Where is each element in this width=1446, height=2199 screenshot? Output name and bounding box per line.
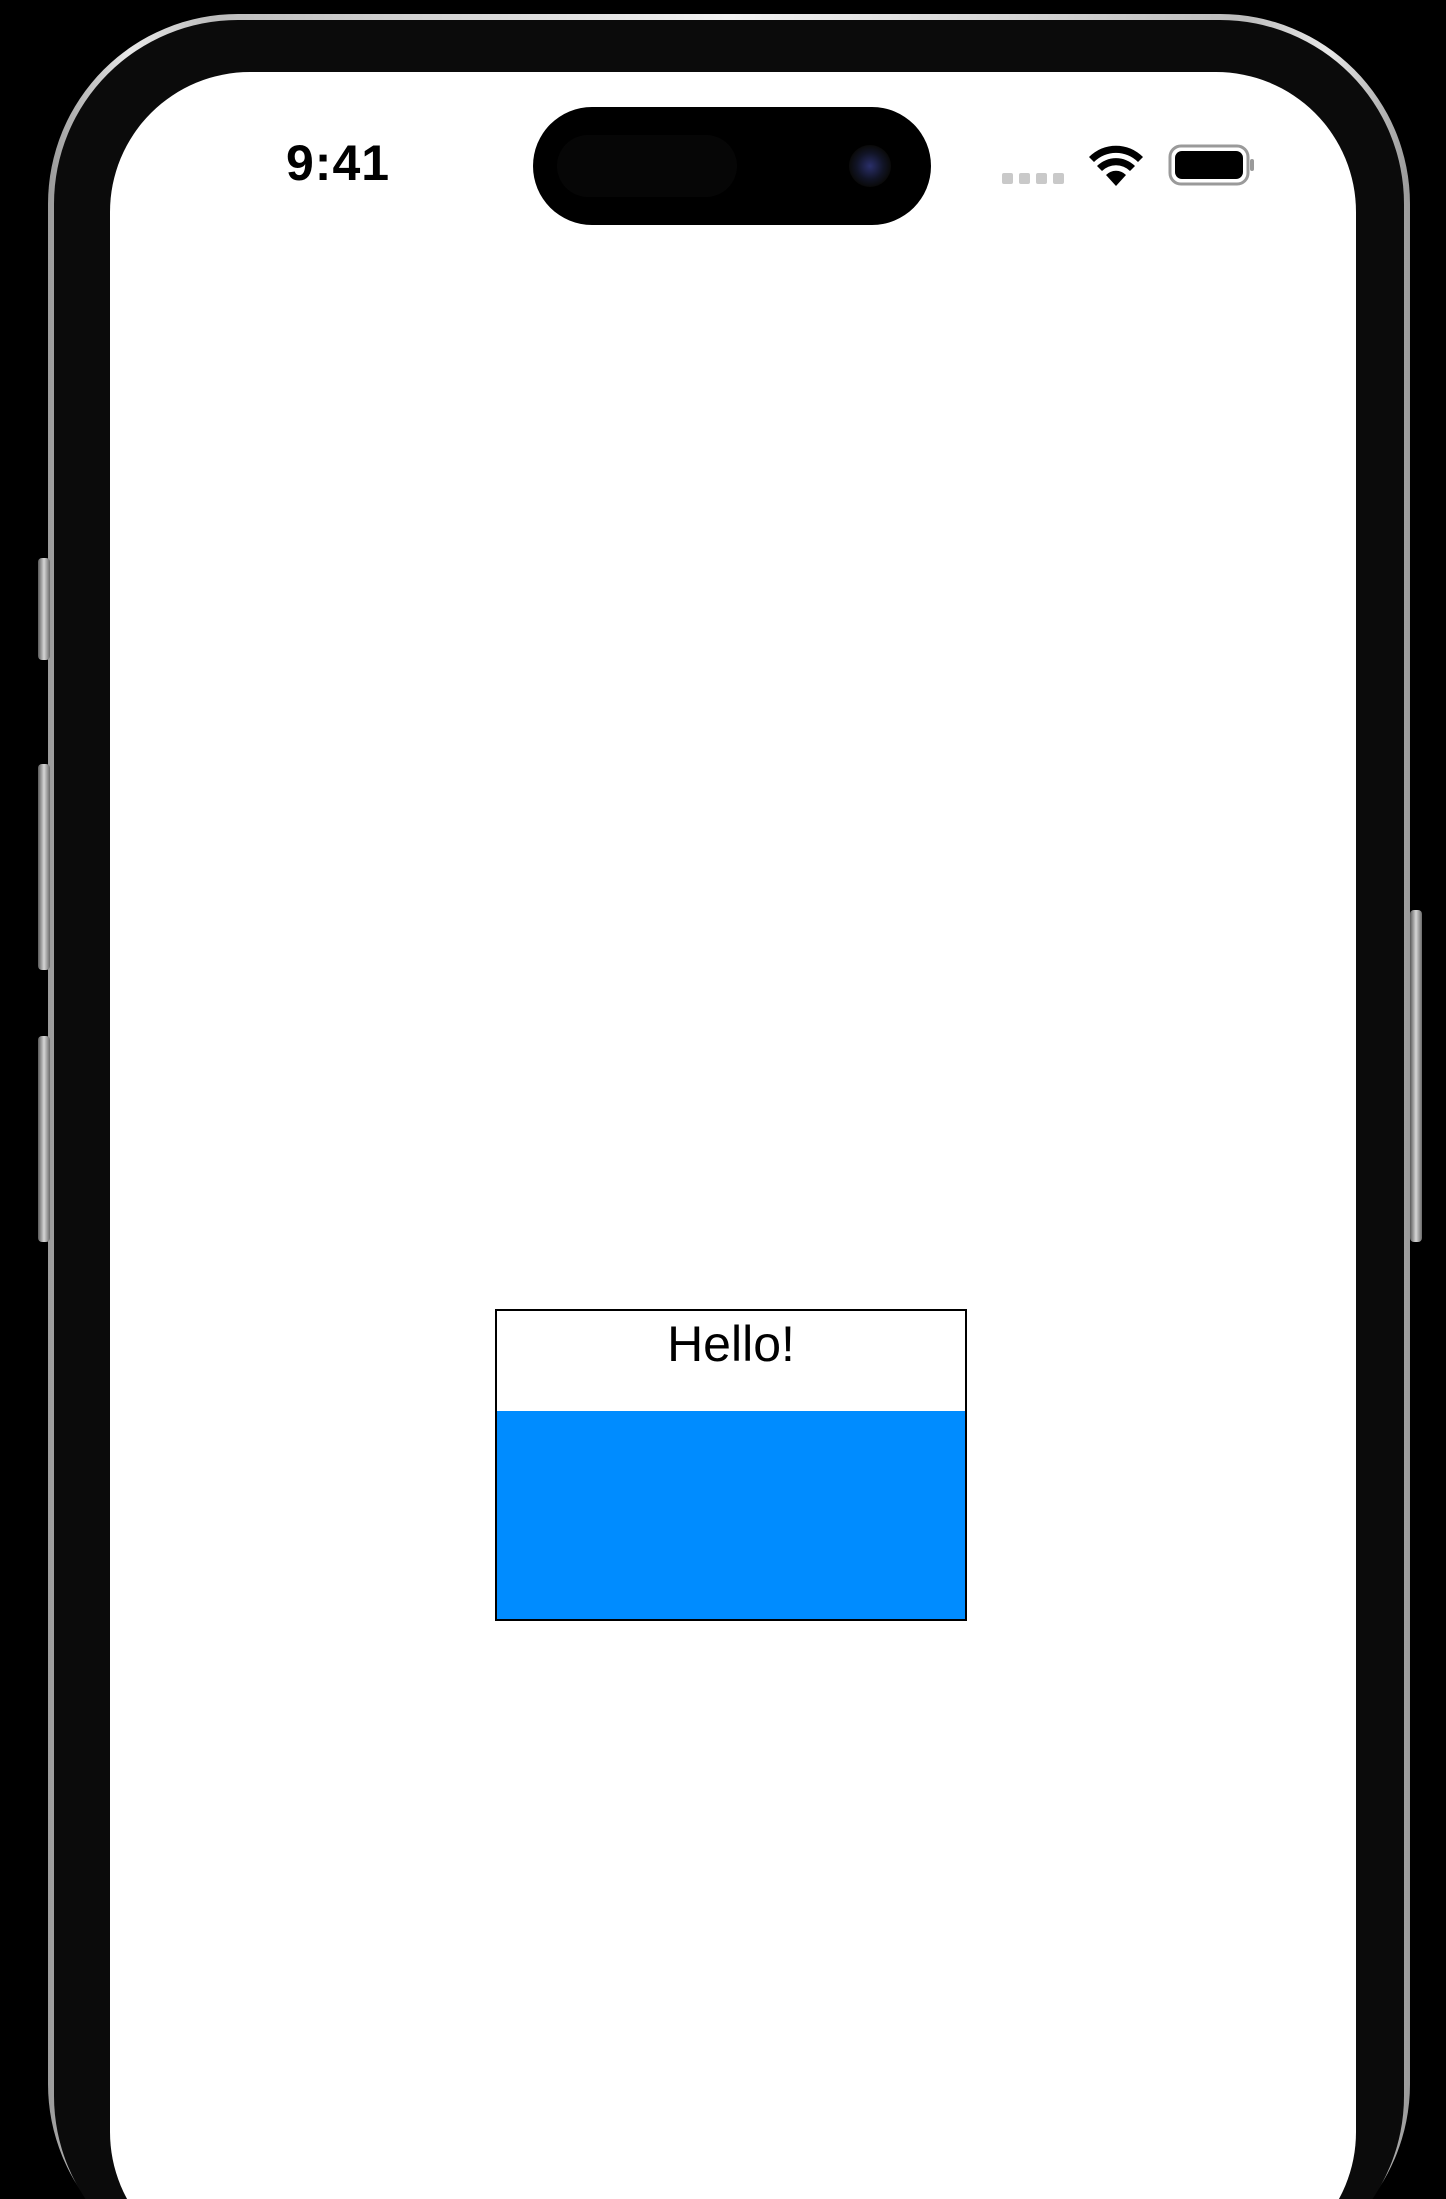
- blue-panel: [497, 1411, 965, 1619]
- status-bar-time: 9:41: [286, 135, 391, 191]
- phone-screen: 9:41 Hello!: [110, 72, 1356, 2199]
- face-id-sensor: [557, 135, 737, 197]
- signal-bar: [1019, 173, 1030, 184]
- wifi-icon: [1089, 145, 1143, 186]
- battery-icon: [1168, 144, 1254, 186]
- device-mockup: 9:41 Hello!: [0, 0, 1446, 2199]
- power-button: [1410, 910, 1422, 1242]
- cellular-signal-icon: [1002, 173, 1064, 184]
- signal-bar: [1002, 173, 1013, 184]
- signal-bar: [1053, 173, 1064, 184]
- hello-card: Hello!: [495, 1309, 967, 1621]
- signal-bar: [1036, 173, 1047, 184]
- greeting-label: Hello!: [667, 1316, 795, 1372]
- front-camera-icon: [849, 145, 891, 187]
- volume-up-button: [38, 764, 50, 970]
- action-button: [38, 558, 50, 660]
- dynamic-island: [533, 107, 931, 225]
- volume-down-button: [38, 1036, 50, 1242]
